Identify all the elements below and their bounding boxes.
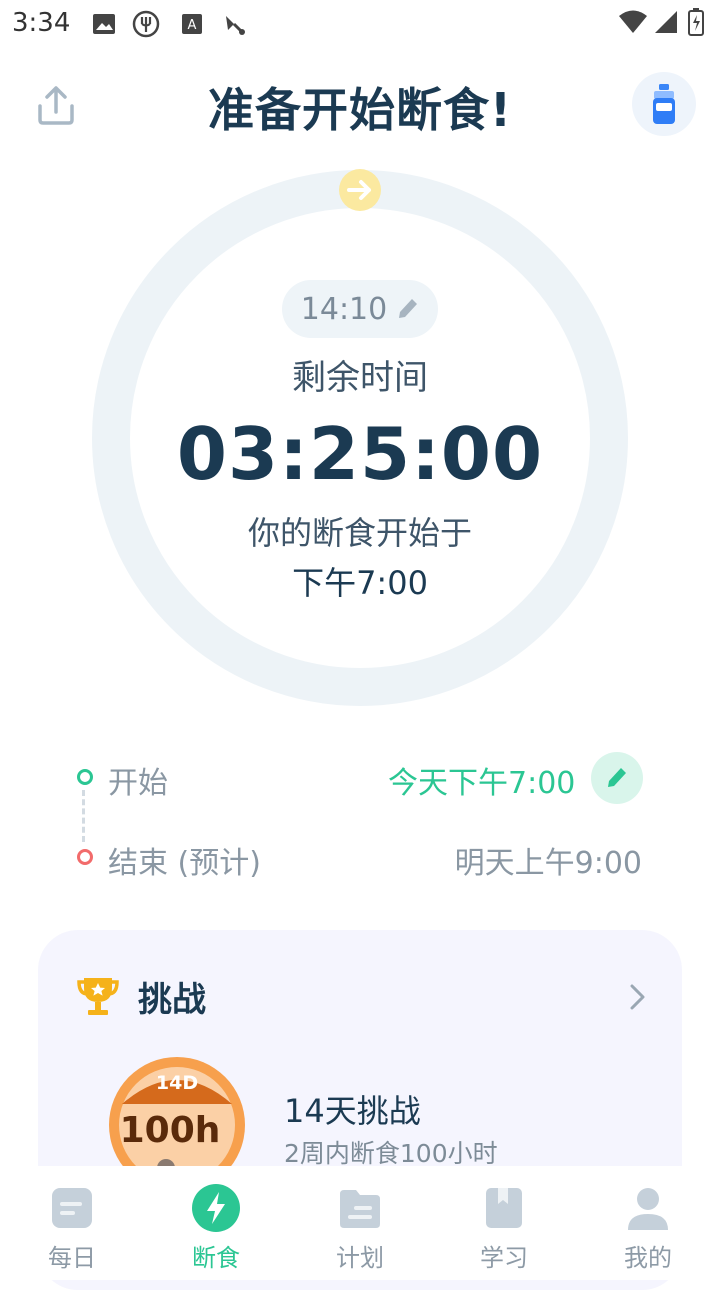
profile-icon	[624, 1184, 672, 1232]
badge-main-text: 100h	[120, 1110, 221, 1151]
remaining-label: 剩余时间	[292, 358, 428, 398]
wifi-icon	[618, 8, 648, 36]
progress-arrow-icon	[338, 168, 382, 212]
badge-top-text: 14D	[156, 1072, 198, 1094]
nav-item-profile[interactable]: 我的	[576, 1166, 720, 1280]
a-notification-icon: A	[178, 10, 206, 38]
page-title: 准备开始断食!	[208, 83, 512, 137]
status-time: 3:34	[12, 8, 71, 38]
challenge-description: 2周内断食100小时	[284, 1139, 498, 1168]
nav-item-learn[interactable]: 学习	[432, 1166, 576, 1280]
water-bottle-button[interactable]	[632, 72, 696, 136]
schedule-connector	[82, 790, 85, 842]
plan-folder-icon	[336, 1184, 384, 1232]
nav-label-daily: 每日	[48, 1244, 96, 1272]
start-dot-icon	[77, 769, 93, 785]
signal-icon	[652, 8, 680, 36]
battery-icon	[686, 8, 706, 36]
learn-book-icon	[480, 1184, 528, 1232]
nav-item-plan[interactable]: 计划	[288, 1166, 432, 1280]
nav-label-profile: 我的	[624, 1244, 672, 1272]
end-label: 结束 (预计)	[108, 846, 261, 881]
trophy-icon	[76, 974, 120, 1018]
fasting-bolt-icon	[192, 1184, 240, 1232]
fast-starts-time: 下午7:00	[292, 564, 428, 602]
fork-notification-icon	[132, 10, 160, 38]
nav-label-fasting: 断食	[192, 1244, 240, 1272]
nav-label-learn: 学习	[480, 1244, 528, 1272]
end-dot-icon	[77, 849, 93, 865]
start-label: 开始	[108, 766, 168, 801]
current-time-pill[interactable]: 14:10	[282, 280, 438, 338]
challenge-name: 14天挑战	[284, 1092, 421, 1130]
challenge-section-title: 挑战	[138, 980, 206, 1020]
bottom-nav: 每日 断食 计划 学习 我的	[0, 1166, 720, 1280]
daily-icon	[48, 1184, 96, 1232]
fast-starts-label: 你的断食开始于	[247, 514, 472, 552]
nav-item-fasting[interactable]: 断食	[144, 1166, 288, 1280]
current-time: 14:10	[300, 291, 388, 327]
svg-text:A: A	[188, 18, 197, 33]
end-value: 明天上午9:00	[454, 846, 642, 881]
start-value[interactable]: 今天下午7:00	[388, 758, 575, 802]
image-notification-icon	[90, 10, 118, 38]
chevron-right-icon[interactable]	[622, 982, 652, 1012]
edit-start-button[interactable]	[591, 752, 643, 804]
countdown-timer: 03:25:00	[176, 412, 544, 496]
water-bottle-icon	[653, 84, 675, 124]
satellite-notification-icon	[220, 10, 248, 38]
pencil-icon	[399, 299, 418, 318]
nav-item-daily[interactable]: 每日	[0, 1166, 144, 1280]
nav-label-plan: 计划	[336, 1244, 384, 1272]
pencil-icon	[608, 768, 626, 787]
